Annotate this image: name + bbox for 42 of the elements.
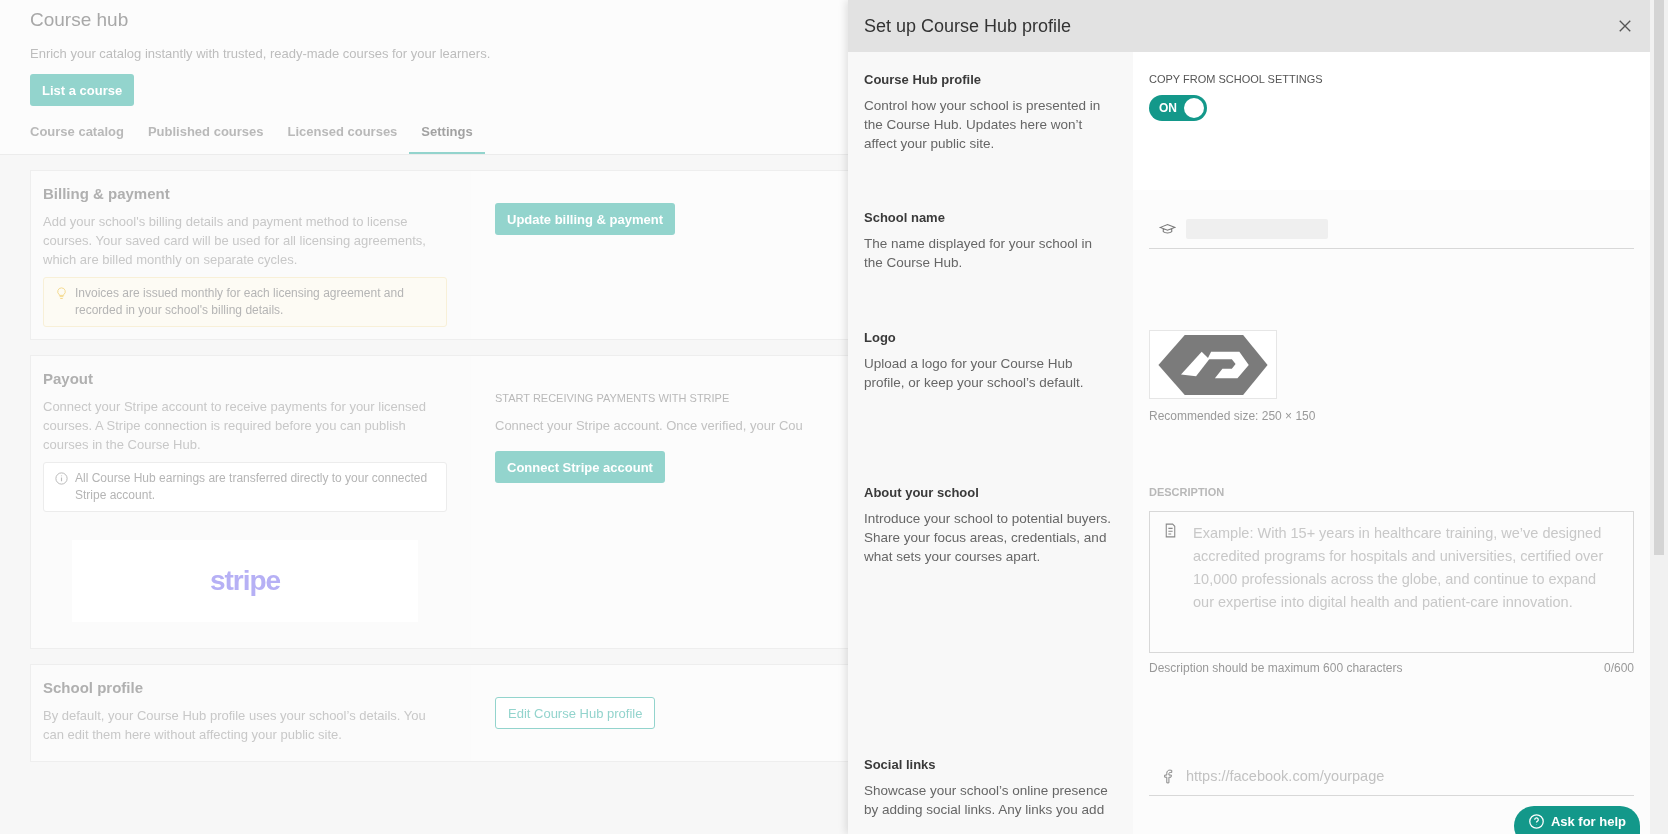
field-title: About your school (864, 485, 980, 500)
field-description: Control how your school is presented in the Course Hub. Updates here won’t affect your public site. (864, 97, 1102, 153)
section-title: School profile (43, 679, 144, 696)
scrollbar[interactable] (1650, 0, 1668, 834)
field-label: DESCRIPTION (1149, 486, 1226, 498)
note-text: Invoices are issued monthly for each licensing agreement and recorded in your school's billing details. (75, 285, 405, 319)
toggle-switch[interactable]: ON (1149, 95, 1207, 121)
page-title: Course hub (30, 8, 129, 32)
tab[interactable]: Course catalog (30, 116, 136, 154)
help-button[interactable]: Ask for help (1513, 806, 1640, 834)
section-label: START RECEIVING PAYMENTS WITH STRIPE (495, 392, 731, 404)
panel-title: Set up Course Hub profile (864, 15, 1072, 37)
field-description: Upload a logo for your Course Hub profile, or keep your school’s default. (864, 355, 1085, 392)
action-button[interactable]: Update billing & payment (495, 203, 675, 235)
info-icon (54, 471, 69, 486)
field-description: Introduce your school to potential buyers. Share your focus areas, credentials, and what sets your courses apart. (864, 510, 1112, 566)
field-description: The name displayed for your school in the Course Hub. (864, 235, 1094, 272)
field-title: Course Hub profile (864, 72, 982, 87)
logo-size-hint: Recommended size: 250 × 150 (1149, 409, 1317, 423)
tab[interactable]: Settings (409, 116, 485, 154)
helper-text: Description should be maximum 600 characters (1149, 661, 1403, 675)
field-title: Social links (864, 757, 937, 772)
stripe-logo: stripe (209, 565, 281, 597)
scrollbar-thumb[interactable] (1654, 0, 1664, 555)
tab[interactable]: Published courses (135, 116, 276, 154)
tab[interactable]: Licensed courses (275, 116, 410, 154)
field-label: COPY FROM SCHOOL SETTINGS (1149, 73, 1324, 85)
section-title: Billing & payment (43, 185, 171, 202)
field-description: Showcase your school’s online presence by adding social links. Any links you add (864, 782, 1109, 819)
help-icon (1527, 812, 1545, 830)
section-text: Connect your Stripe account. Once verified, your Cou (495, 418, 804, 433)
list-course-button[interactable]: List a course (30, 74, 135, 106)
page-subtitle: Enrich your catalog instantly with trusted, ready-made courses for your learners. (30, 46, 491, 61)
lightbulb-icon (54, 286, 69, 301)
field-title: Logo (864, 330, 897, 345)
section-title: Payout (43, 370, 94, 387)
action-button[interactable]: Edit Course Hub profile (495, 697, 656, 729)
facebook-link-field[interactable]: https://facebook.com/yourpage (1186, 768, 1624, 784)
character-counter: 0/600 (1603, 661, 1634, 675)
field-title: School name (864, 210, 946, 225)
note-text: All Course Hub earnings are transferred directly to your connected Stripe account. (75, 470, 429, 504)
action-button[interactable]: Connect Stripe account (495, 451, 665, 483)
